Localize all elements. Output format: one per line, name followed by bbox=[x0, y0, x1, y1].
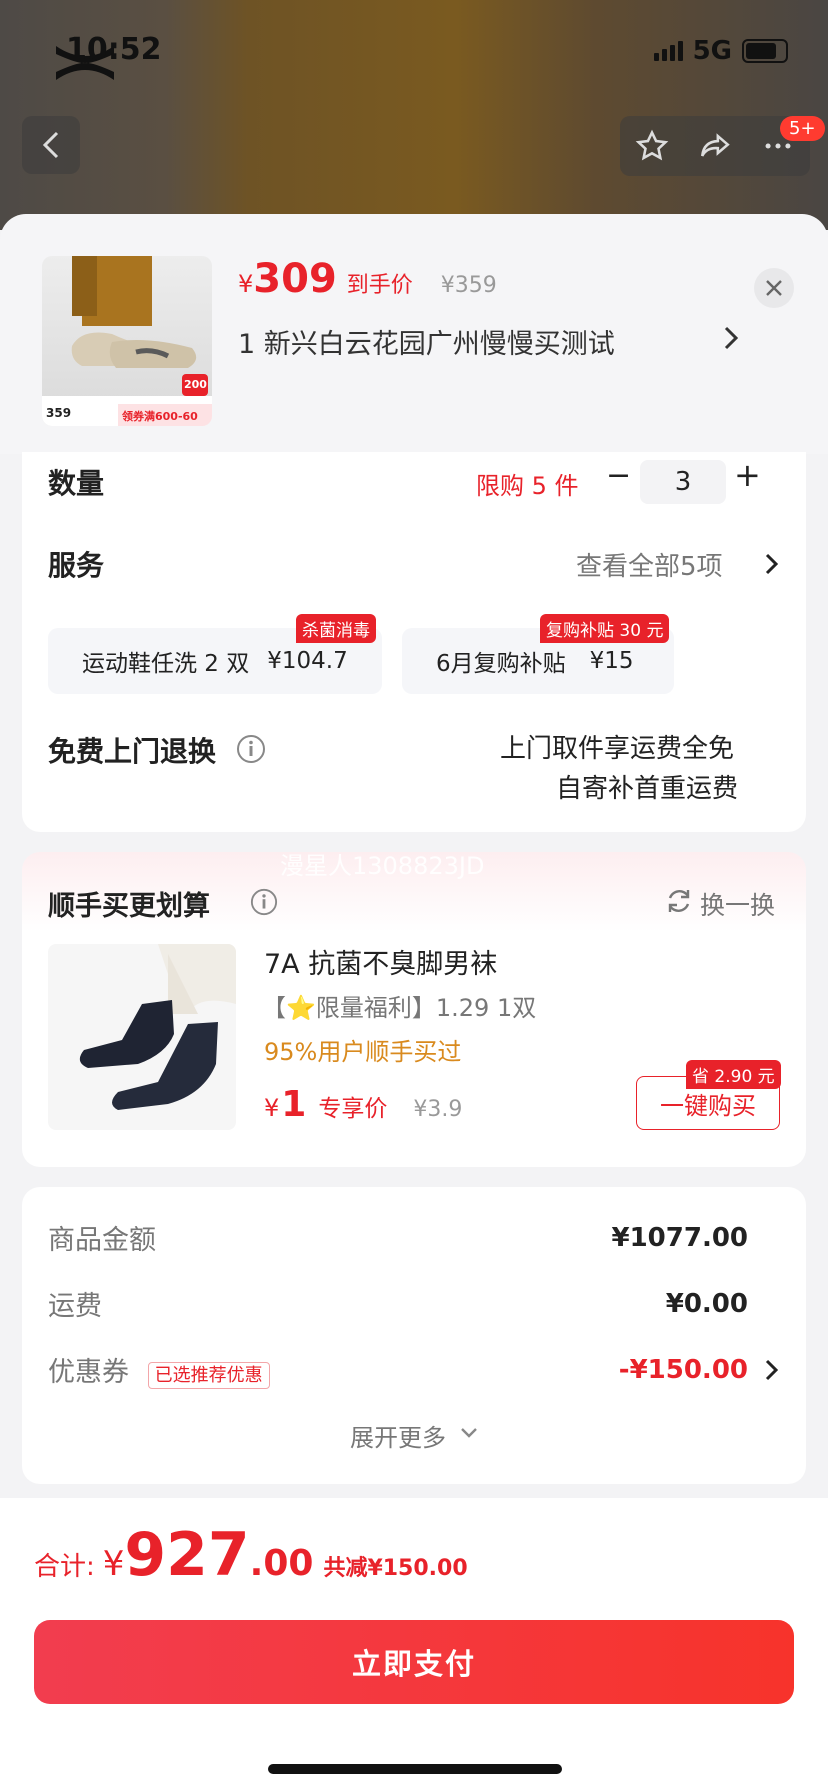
goods-amount-row: 商品金额 ¥1077.00 bbox=[48, 1218, 748, 1257]
signal-icon bbox=[653, 41, 683, 61]
goods-amount-value: ¥1077.00 bbox=[611, 1222, 748, 1253]
addon-product-promo: 【⭐限量福利】1.29 1双 bbox=[262, 994, 537, 1022]
network-label: 5G bbox=[692, 36, 732, 66]
service-label: 服务 bbox=[48, 549, 105, 582]
coupon-row[interactable]: 优惠券 已选推荐优惠 -¥150.00 bbox=[48, 1350, 748, 1389]
shipping-row: 运费 ¥0.00 bbox=[48, 1284, 748, 1323]
addon-social-proof: 95%用户顺手买过 bbox=[264, 1038, 462, 1066]
chevron-right-icon[interactable] bbox=[764, 552, 780, 576]
total-decimals: .00 bbox=[249, 1543, 314, 1584]
chevron-left-icon bbox=[42, 131, 59, 159]
return-service-line2: 自寄补首重运费 bbox=[556, 774, 739, 804]
return-service-label: 免费上门退换 bbox=[48, 735, 217, 768]
refresh-button[interactable]: 换一换 bbox=[700, 886, 775, 922]
addon-product-name[interactable]: 7A 抗菌不臭脚男袜 bbox=[264, 942, 497, 981]
service-name: 6月复购补贴 bbox=[436, 651, 566, 677]
coupon-value: -¥150.00 bbox=[618, 1354, 748, 1385]
chevron-down-icon[interactable] bbox=[460, 1426, 478, 1440]
final-price: 309 bbox=[253, 256, 337, 302]
total-amount: 927 bbox=[124, 1520, 250, 1590]
total-currency: ¥ bbox=[102, 1544, 125, 1584]
close-button[interactable] bbox=[754, 268, 794, 308]
price-row: ¥ 309 到手价 ¥359 bbox=[238, 256, 497, 302]
shipping-value: ¥0.00 bbox=[665, 1288, 748, 1319]
service-name: 运动鞋任洗 2 双 bbox=[82, 651, 250, 677]
socks-image bbox=[79, 944, 236, 1110]
coupon-label-group: 优惠券 已选推荐优惠 bbox=[48, 1350, 270, 1389]
addon-title: 顺手买更划算 bbox=[48, 891, 210, 922]
total-row: 合计: ¥ 927 .00 共减¥150.00 bbox=[34, 1520, 468, 1590]
back-button[interactable] bbox=[22, 116, 80, 174]
save-badge: 省 2.90 元 bbox=[686, 1060, 781, 1089]
status-time: 10:52 bbox=[66, 32, 162, 67]
service-badge: 复购补贴 30 元 bbox=[540, 614, 670, 643]
status-indicators: 5G bbox=[653, 36, 788, 66]
notification-badge: 5+ bbox=[780, 116, 825, 141]
addon-price: 1 bbox=[281, 1084, 307, 1125]
info-icon[interactable] bbox=[236, 734, 266, 764]
price-currency: ¥ bbox=[238, 270, 254, 298]
info-icon[interactable] bbox=[250, 888, 278, 916]
battery-icon bbox=[742, 39, 788, 63]
quantity-minus-button[interactable]: − bbox=[606, 458, 631, 493]
product-thumbnail[interactable]: 359 领券满600-60 200 bbox=[42, 256, 212, 426]
service-price: ¥104.7 bbox=[267, 648, 348, 674]
refresh-icon[interactable] bbox=[664, 886, 694, 916]
thumb-coupon: 领券满600-60 bbox=[122, 410, 198, 423]
coupon-tag: 已选推荐优惠 bbox=[147, 1361, 270, 1389]
expand-more-button[interactable]: 展开更多 bbox=[350, 1418, 446, 1453]
original-price: ¥359 bbox=[440, 273, 497, 298]
addon-original-price: ¥3.9 bbox=[413, 1097, 463, 1122]
coupon-label: 优惠券 bbox=[48, 1357, 129, 1388]
watermark: 漫星人1308823JD bbox=[280, 852, 485, 880]
quantity-plus-button[interactable]: + bbox=[734, 456, 761, 494]
shoe-image bbox=[42, 256, 212, 426]
chevron-right-icon[interactable] bbox=[722, 324, 740, 352]
star-icon[interactable] bbox=[635, 129, 669, 163]
purchase-limit: 限购 5 件 bbox=[476, 472, 579, 500]
addon-price-row: ¥ 1 专享价 ¥3.9 bbox=[264, 1084, 462, 1125]
quantity-label: 数量 bbox=[48, 467, 105, 500]
quantity-input[interactable]: 3 bbox=[640, 460, 726, 504]
thumb-badge: 200 bbox=[184, 378, 207, 391]
close-icon bbox=[766, 280, 782, 296]
service-price: ¥15 bbox=[589, 648, 634, 674]
total-label: 合计: bbox=[34, 1552, 95, 1582]
return-service-line1: 上门取件享运费全免 bbox=[500, 734, 735, 764]
chevron-right-icon[interactable] bbox=[764, 1358, 780, 1382]
shipping-address[interactable]: 1 新兴白云花园广州慢慢买测试 bbox=[238, 322, 615, 361]
service-badge: 杀菌消毒 bbox=[296, 614, 376, 643]
shipping-label: 运费 bbox=[48, 1291, 102, 1322]
addon-price-currency: ¥ bbox=[264, 1094, 280, 1122]
share-icon[interactable] bbox=[698, 129, 732, 163]
total-discount: 共减¥150.00 bbox=[323, 1556, 468, 1581]
pay-now-button[interactable]: 立即支付 bbox=[34, 1620, 794, 1704]
home-indicator bbox=[268, 1764, 562, 1774]
addon-product-image[interactable] bbox=[48, 944, 236, 1130]
addon-price-tag: 专享价 bbox=[318, 1096, 388, 1122]
service-view-all[interactable]: 查看全部5项 bbox=[576, 546, 723, 583]
final-price-tag: 到手价 bbox=[346, 273, 413, 298]
thumb-price: 359 bbox=[46, 406, 72, 420]
goods-amount-label: 商品金额 bbox=[48, 1225, 156, 1256]
